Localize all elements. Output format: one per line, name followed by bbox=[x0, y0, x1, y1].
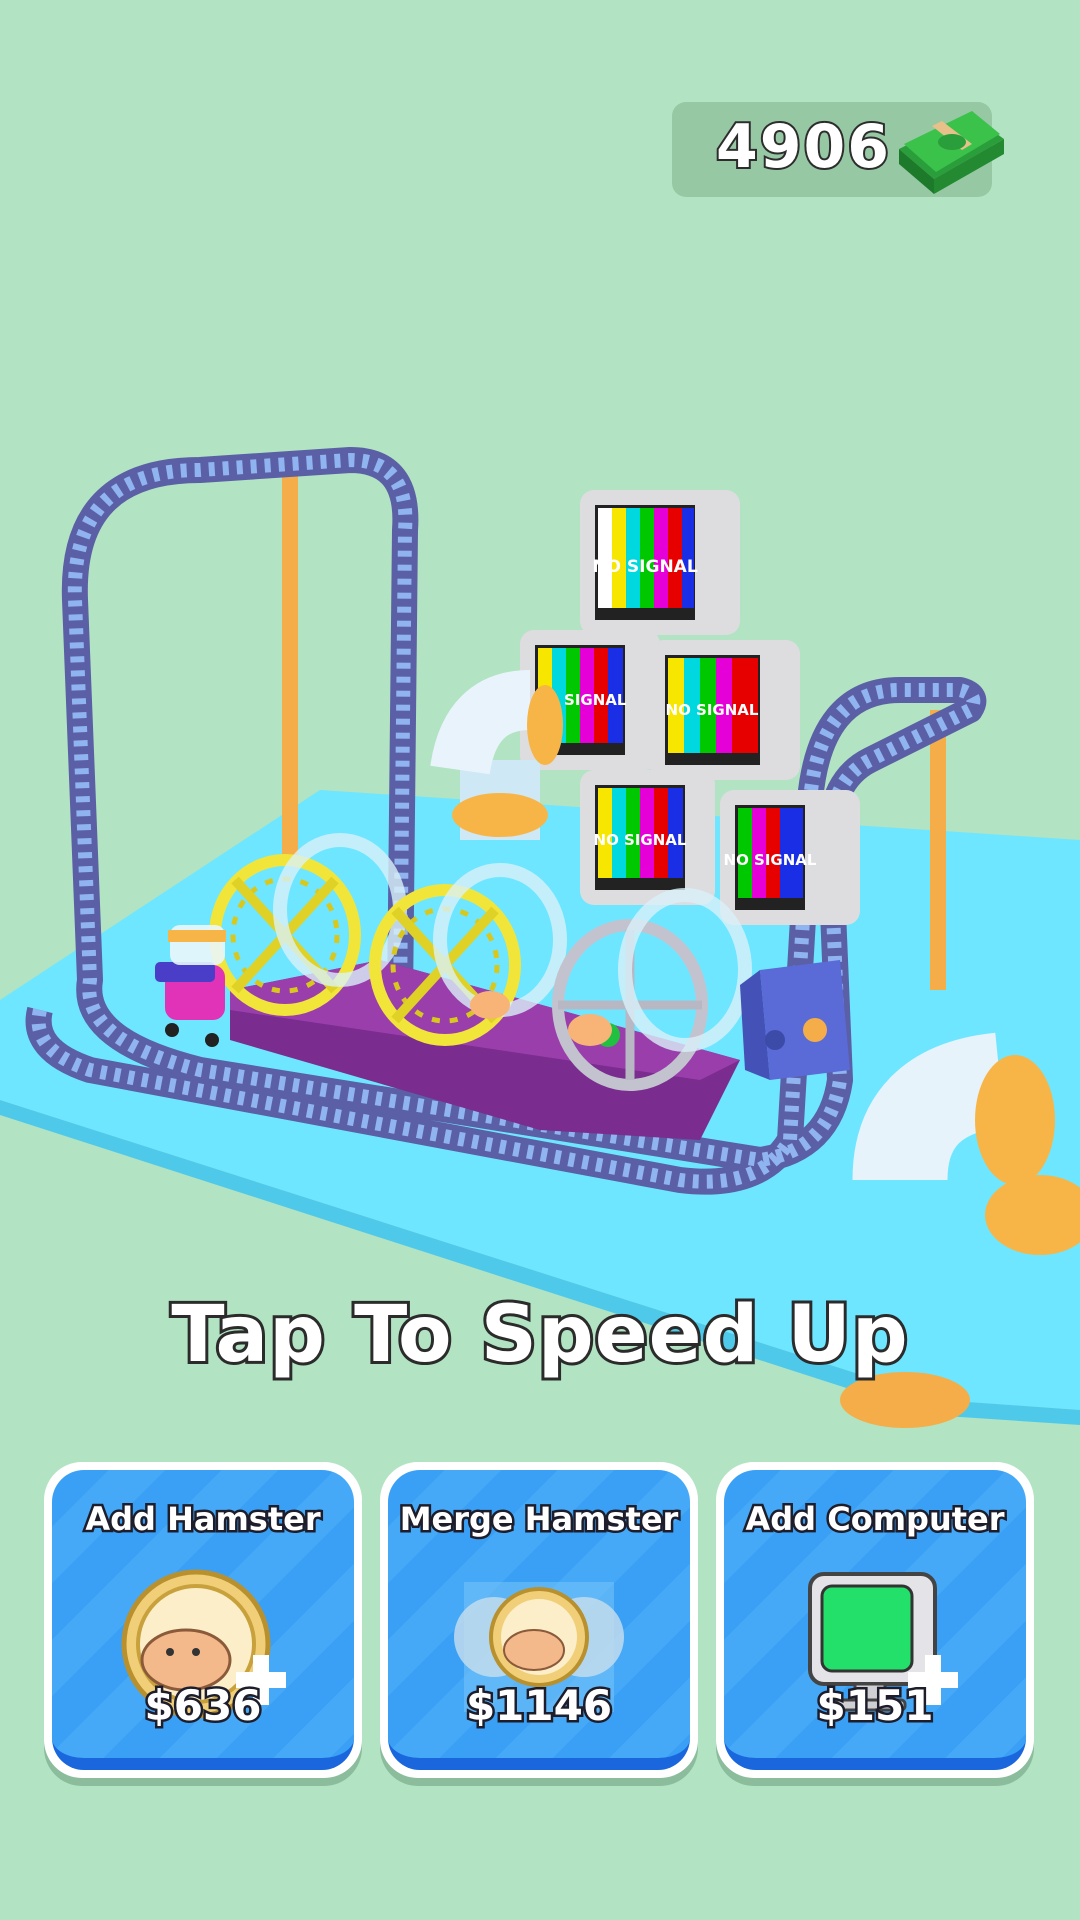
card-title: Merge Hamster bbox=[397, 1498, 681, 1541]
tap-to-speed-up-prompt: Tap To Speed Up bbox=[168, 1287, 910, 1383]
monitor-label: NO SIGNAL bbox=[594, 831, 687, 849]
card-price: $636 bbox=[142, 1679, 264, 1733]
add-computer-button[interactable]: Add Computer $151 bbox=[716, 1462, 1034, 1778]
card-body: Merge Hamster $1146 bbox=[388, 1470, 690, 1770]
monitor-label: NO SIGNAL bbox=[724, 851, 817, 869]
monitor-label: NO SIGNAL bbox=[666, 701, 759, 719]
merge-hamster-button[interactable]: Merge Hamster $1146 bbox=[380, 1462, 698, 1778]
support-pole bbox=[282, 470, 298, 860]
gear-box bbox=[740, 960, 850, 1080]
currency-counter: 4906 bbox=[672, 102, 1004, 197]
monitor: NO SIGNAL bbox=[580, 490, 740, 635]
monitor: NO SIGNAL bbox=[720, 790, 860, 925]
monitor: NO SIGNAL bbox=[580, 770, 715, 905]
card-body: Add Hamster $636 bbox=[52, 1470, 354, 1770]
cash-stack-icon bbox=[899, 111, 1004, 194]
card-title: Add Hamster bbox=[83, 1498, 323, 1541]
card-body: Add Computer $151 bbox=[724, 1470, 1026, 1770]
platform-leg bbox=[840, 1372, 970, 1428]
card-price: $151 bbox=[814, 1679, 936, 1733]
card-price: $1146 bbox=[463, 1679, 614, 1733]
support-pole bbox=[930, 710, 946, 990]
tube-pipe bbox=[430, 670, 563, 840]
monitor-label: NO SIGNAL bbox=[592, 557, 698, 577]
card-title: Add Computer bbox=[743, 1498, 1007, 1541]
add-hamster-button[interactable]: Add Hamster $636 bbox=[44, 1462, 362, 1778]
monitor: NO SIGNAL bbox=[650, 640, 800, 780]
coin-amount: 4906 bbox=[714, 110, 891, 184]
hamster-jar bbox=[168, 925, 226, 965]
